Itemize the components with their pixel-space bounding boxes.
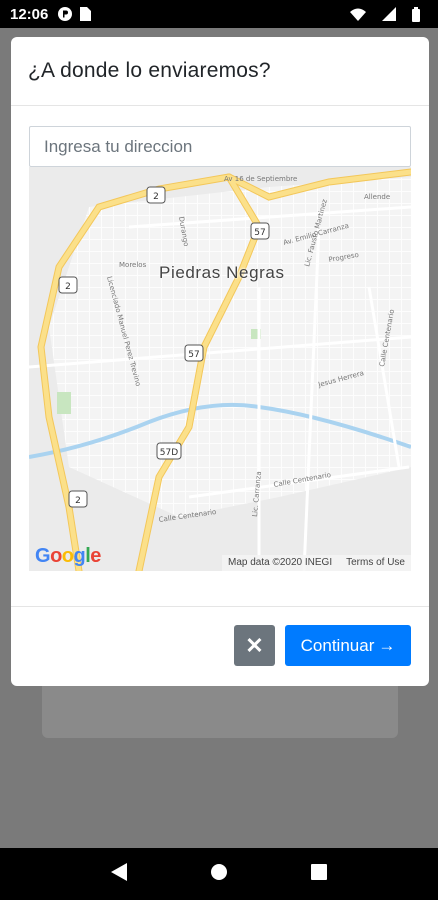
svg-text:2: 2 [153,192,159,202]
address-modal: ¿A donde lo enviaremos? Ingresa tu direc… [11,37,429,686]
battery-icon [412,6,420,22]
signal-icon [382,7,396,21]
terms-of-use-link[interactable]: Terms of Use [346,557,405,569]
map[interactable]: 2 57 2 57 57D 2 Av 16 de Septiembre Av. … [29,167,411,571]
svg-text:Morelos: Morelos [119,261,147,269]
recents-icon[interactable] [310,863,327,885]
svg-text:57D: 57D [160,448,178,458]
modal-footer: ✕ Continuar → [11,607,429,686]
google-logo: Google [35,545,101,567]
modal-header: ¿A donde lo enviaremos? [11,37,429,106]
modal-title: ¿A donde lo enviaremos? [28,59,271,82]
close-button[interactable]: ✕ [234,625,275,666]
sim-card-icon [80,7,92,21]
map-attribution: Map data ©2020 INEGI Terms of Use [222,555,411,571]
wifi-icon [350,8,366,21]
modal-body: 2 57 2 57 57D 2 Av 16 de Septiembre Av. … [11,106,429,607]
continue-label: Continuar [300,635,375,655]
arrow-right-icon: → [378,635,396,655]
svg-text:2: 2 [75,496,81,506]
map-canvas: 2 57 2 57 57D 2 Av 16 de Septiembre Av. … [29,167,411,571]
svg-text:Av 16 de Septiembre: Av 16 de Septiembre [224,175,297,183]
back-icon[interactable] [111,862,128,886]
navigation-bar [0,848,438,900]
close-icon: ✕ [245,632,264,658]
status-bar: 12:06 [0,0,438,28]
svg-text:Allende: Allende [364,193,390,201]
svg-text:57: 57 [188,350,199,360]
svg-text:57: 57 [254,228,265,238]
svg-text:2: 2 [65,282,71,292]
continue-button[interactable]: Continuar → [285,625,411,666]
status-time: 12:06 [10,5,49,23]
park-area [57,392,71,414]
map-data-text: Map data ©2020 INEGI [228,557,333,568]
app-notification-icon [58,7,73,21]
address-input[interactable] [29,126,411,167]
map-city-label: Piedras Negras [159,263,285,282]
home-icon[interactable] [210,863,228,886]
